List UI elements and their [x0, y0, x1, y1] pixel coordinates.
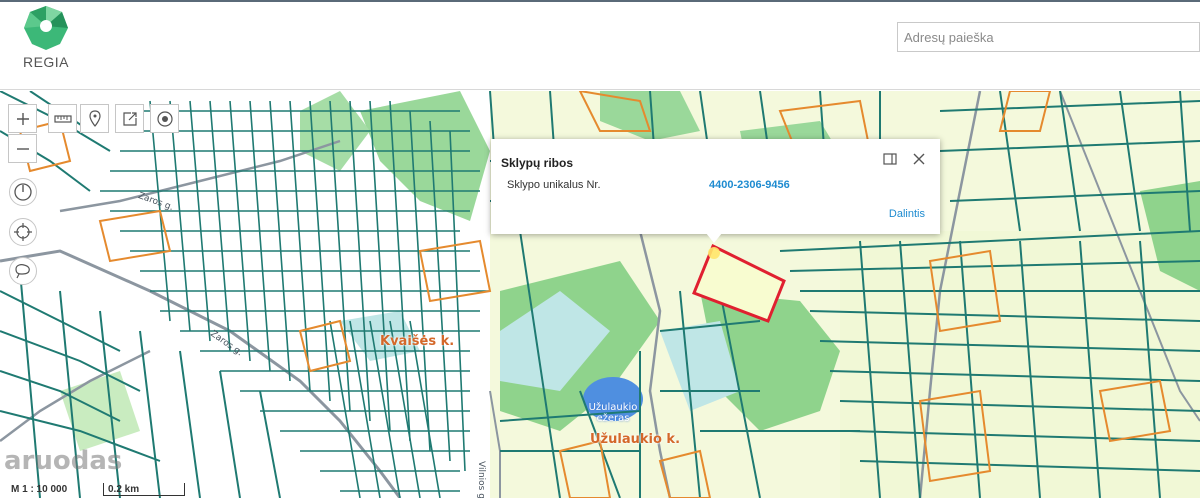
- app-header: REGIA: [0, 0, 1200, 90]
- lake-label: Užulaukio ežeras: [583, 402, 643, 424]
- share-icon: [122, 111, 137, 126]
- parcel-info-popup: Sklypų ribos Sklypo unikalus Nr. 4400-23…: [491, 139, 940, 234]
- place-label-kvaises: Kvaišės k.: [380, 334, 455, 349]
- measure-button[interactable]: [48, 104, 77, 133]
- draw-area-button[interactable]: [9, 257, 37, 285]
- dock-panel-icon[interactable]: [882, 151, 898, 167]
- parcel-id-label: Sklypo unikalus Nr.: [507, 179, 601, 191]
- minus-icon: [16, 147, 29, 150]
- scale-bar-label: 0.2 km: [108, 484, 140, 495]
- clock-compass-icon: [14, 183, 32, 201]
- address-search-input[interactable]: [897, 22, 1200, 52]
- share-link[interactable]: Dalintis: [889, 208, 925, 220]
- zoom-out-button[interactable]: [8, 134, 37, 163]
- lake-name-line2: ežeras: [596, 413, 630, 424]
- lake-name-line1: Užulaukio: [588, 402, 638, 413]
- watermark: aruodas: [4, 446, 123, 476]
- close-icon[interactable]: [911, 151, 927, 167]
- pin-icon: [88, 109, 101, 127]
- share-map-button[interactable]: [115, 104, 144, 133]
- brand-name: REGIA: [22, 54, 70, 70]
- zoom-in-button[interactable]: [8, 104, 37, 133]
- ruler-icon: [53, 114, 72, 123]
- plus-icon: [16, 112, 29, 125]
- map-scale-ratio: M 1 : 10 000: [11, 484, 68, 495]
- popup-title: Sklypų ribos: [501, 156, 574, 170]
- parcel-id-link[interactable]: 4400-2306-9456: [709, 179, 790, 191]
- my-location-button[interactable]: [9, 218, 37, 246]
- target-icon: [156, 110, 173, 127]
- place-label-uzulaukio: Užulaukio k.: [590, 432, 681, 447]
- locate-point-button[interactable]: [150, 104, 179, 133]
- popup-pointer: [706, 233, 722, 243]
- marker-button[interactable]: [80, 104, 109, 133]
- crosshair-icon: [14, 223, 32, 241]
- road-label-vilnios: Vilnios g.: [476, 461, 486, 498]
- compass-button[interactable]: [9, 178, 37, 206]
- lasso-icon: [15, 264, 30, 279]
